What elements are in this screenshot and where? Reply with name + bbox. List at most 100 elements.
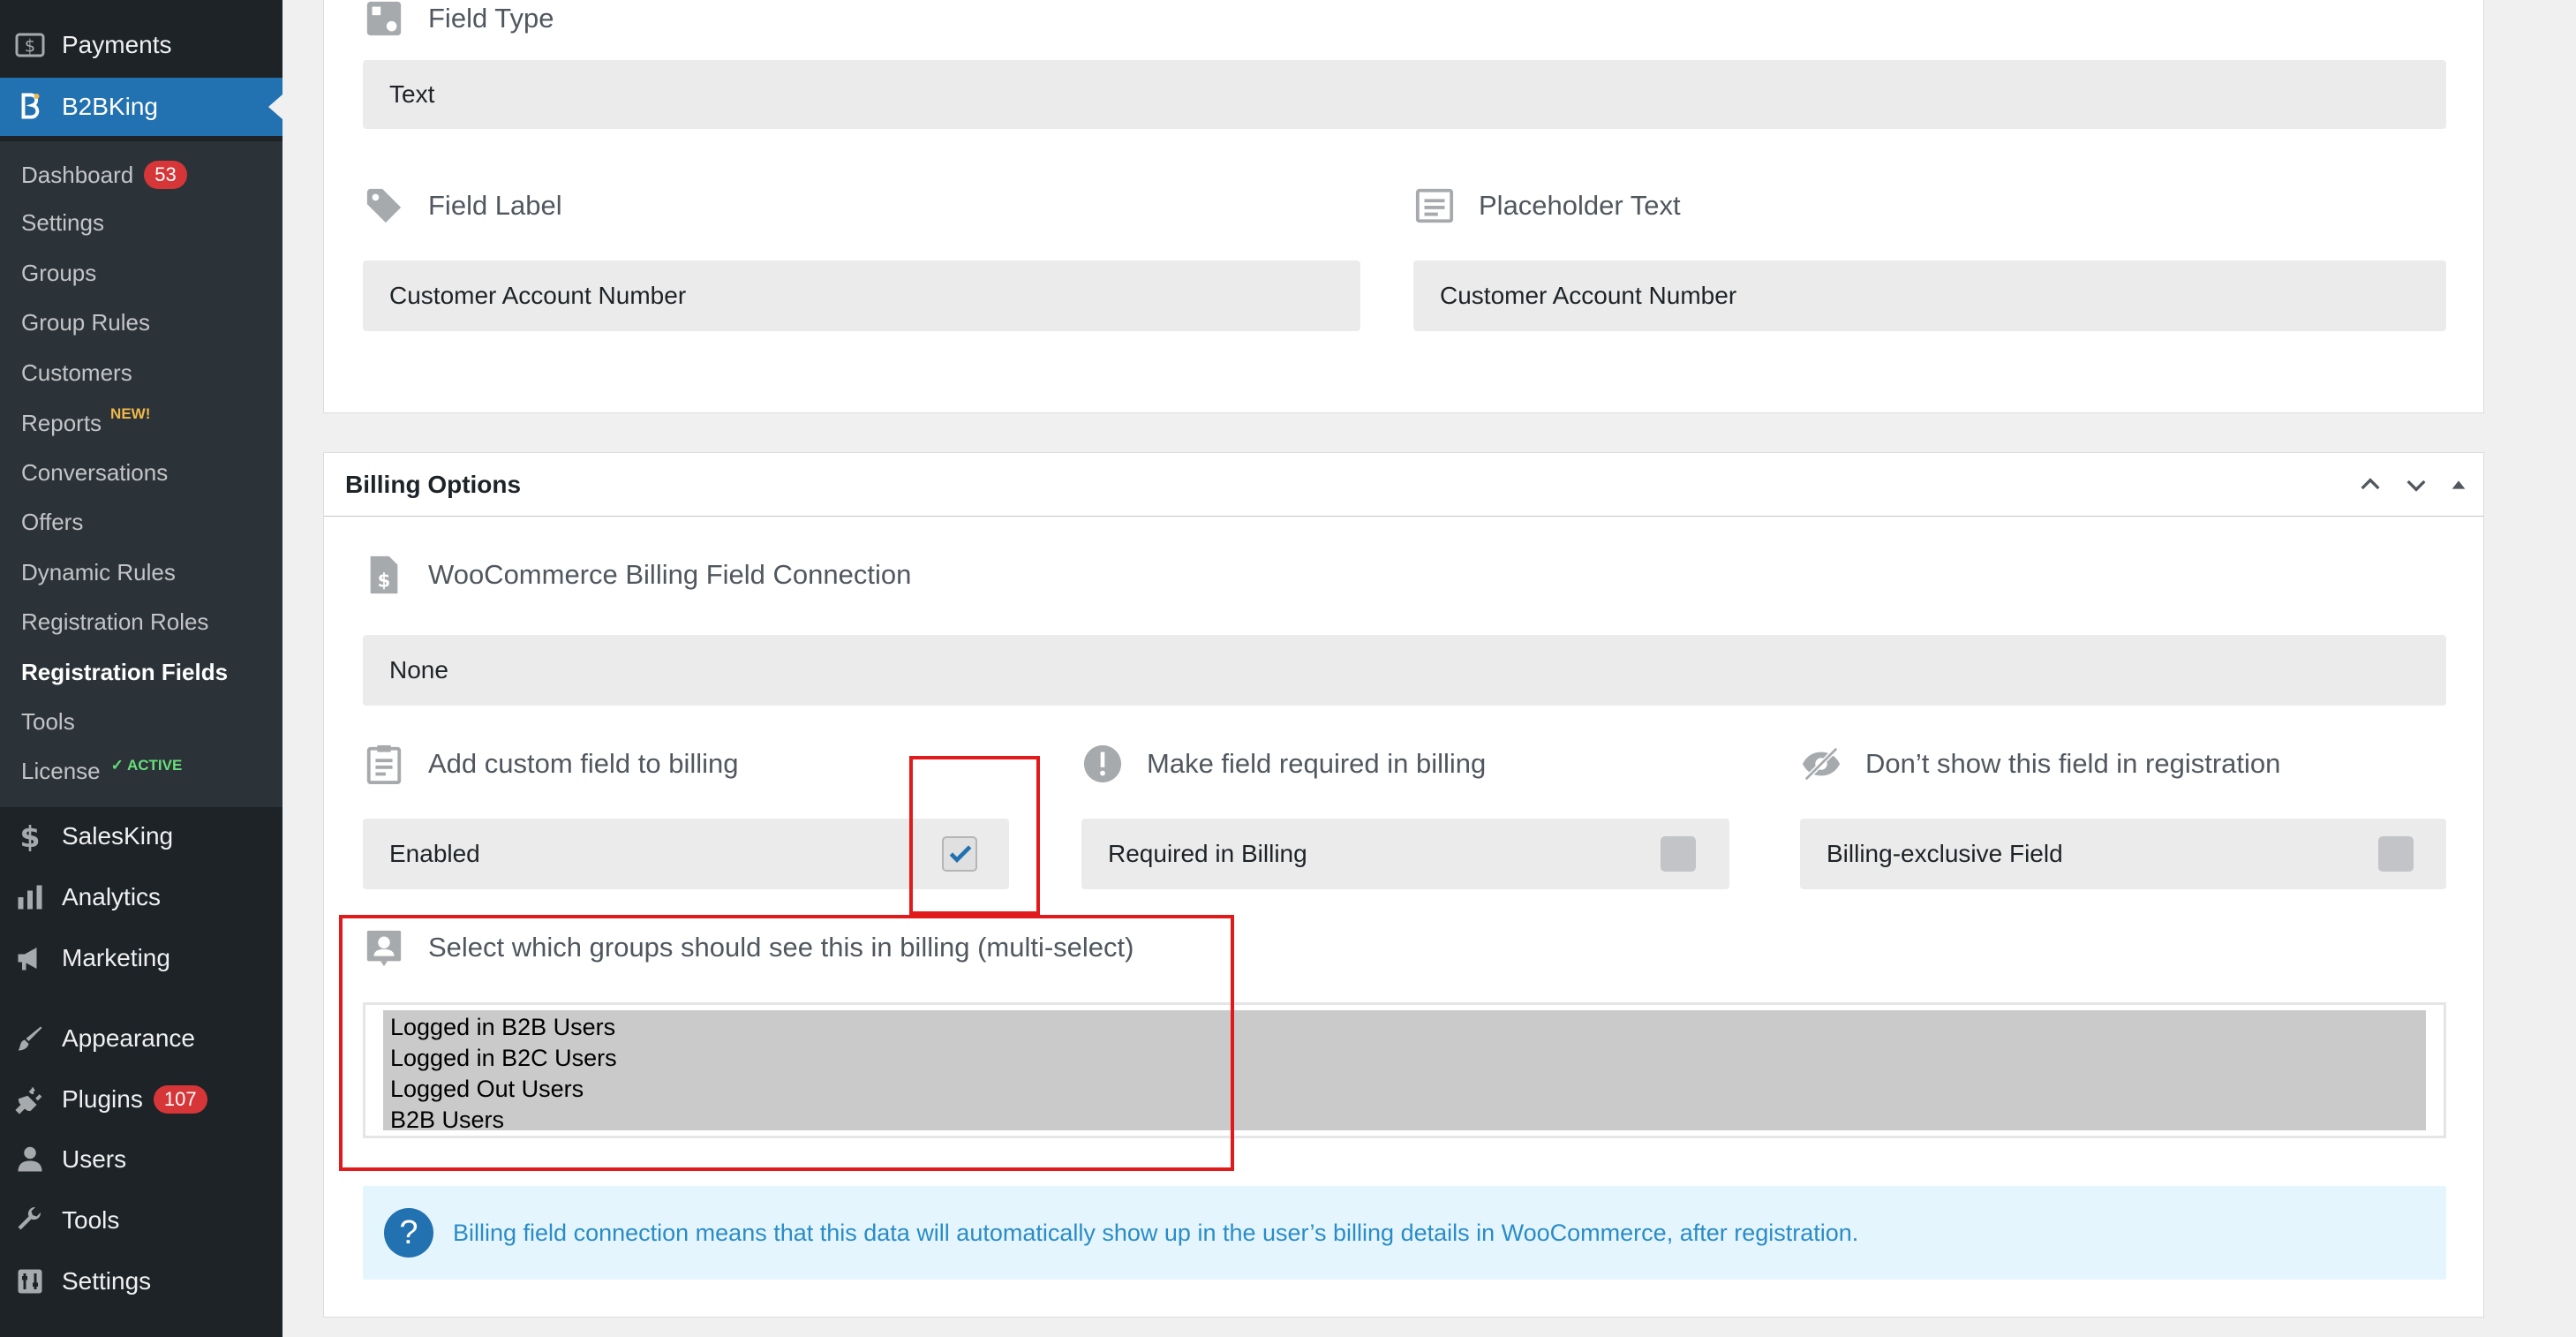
group-option[interactable]: Logged Out Users	[390, 1076, 584, 1103]
required-checkbox[interactable]	[1661, 836, 1696, 872]
required-heading: Make field required in billing	[1081, 743, 1486, 785]
group-option[interactable]: Logged in B2C Users	[390, 1045, 617, 1072]
menu-salesking[interactable]: $ SalesKing	[0, 807, 282, 865]
submenu-label: Tools	[21, 707, 75, 735]
submenu-groups[interactable]: Groups	[21, 255, 96, 291]
menu-payments[interactable]: $ Payments	[0, 16, 282, 74]
field-type-icon	[363, 0, 405, 40]
submenu-label: License	[21, 757, 101, 784]
submenu-label: Dashboard	[21, 161, 134, 188]
hide-field-checkbox[interactable]	[2378, 836, 2414, 872]
b2bking-icon	[12, 89, 48, 125]
submenu-registration-roles[interactable]: Registration Roles	[21, 604, 208, 639]
move-down-button[interactable]	[2399, 467, 2434, 502]
menu-marketing[interactable]: Marketing	[0, 929, 282, 987]
groups-multiselect[interactable]: Logged in B2B Users Logged in B2C Users …	[363, 1002, 2446, 1138]
settings-icon	[12, 1264, 48, 1299]
panel-title: Billing Options	[345, 471, 522, 498]
menu-label: Marketing	[62, 944, 170, 971]
megaphone-icon	[12, 940, 48, 976]
menu-label: SalesKing	[62, 822, 174, 850]
b2bking-submenu: Dashboard 53 Settings Groups Group Rules…	[0, 141, 282, 807]
menu-label: Analytics	[62, 883, 162, 910]
billing-connection-select[interactable]: None	[363, 635, 2446, 706]
placeholder-input[interactable]: Customer Account Number	[1413, 261, 2446, 331]
menu-label: Payments	[62, 31, 172, 58]
submenu-registration-fields[interactable]: Registration Fields	[21, 654, 228, 690]
menu-analytics[interactable]: Analytics	[0, 868, 282, 926]
submenu-license[interactable]: License ✓ ACTIVE	[21, 753, 182, 789]
menu-tools[interactable]: Tools	[0, 1191, 282, 1250]
hide-field-row[interactable]: Billing-exclusive Field	[1800, 819, 2446, 889]
field-type-select[interactable]: Text	[363, 60, 2446, 129]
menu-b2bking[interactable]: B2BKing	[0, 78, 282, 136]
menu-appearance[interactable]: Appearance	[0, 1009, 282, 1068]
submenu-dynamic-rules[interactable]: Dynamic Rules	[21, 555, 176, 590]
svg-text:$: $	[378, 569, 391, 591]
submenu-label: Settings	[21, 208, 104, 236]
question-icon: ?	[384, 1208, 433, 1258]
hide-field-heading: Don’t show this field in registration	[1800, 743, 2280, 785]
field-label-label: Field Label	[428, 190, 562, 221]
toggle-panel-button[interactable]	[2441, 467, 2476, 502]
submenu-tools[interactable]: Tools	[21, 704, 75, 739]
add-to-billing-heading: Add custom field to billing	[363, 743, 739, 785]
menu-label: Plugins	[62, 1085, 143, 1113]
notice-text: Billing field connection means that this…	[453, 1219, 1859, 1246]
current-menu-arrow	[268, 94, 282, 119]
bar-chart-icon	[12, 880, 48, 915]
submenu-label: Dynamic Rules	[21, 558, 176, 585]
billing-connection-label: WooCommerce Billing Field Connection	[428, 559, 912, 590]
placeholder-value: Customer Account Number	[1440, 282, 1737, 309]
field-type-value: Text	[389, 80, 435, 108]
group-option[interactable]: B2B Users	[390, 1107, 504, 1134]
submenu-label: Group Rules	[21, 308, 150, 336]
info-notice: ? Billing field connection means that th…	[363, 1186, 2446, 1280]
salesking-icon: $	[12, 819, 48, 854]
submenu-label: Registration Fields	[21, 658, 229, 685]
field-type-label: Field Type	[428, 3, 554, 34]
active-tag: ✓ ACTIVE	[110, 757, 183, 774]
admin-sidebar: $ Payments B2BKing Dashboard 53 Settings…	[0, 0, 282, 1337]
svg-text:$: $	[20, 820, 41, 852]
move-up-button[interactable]	[2353, 467, 2388, 502]
paintbrush-icon	[12, 1021, 48, 1056]
add-to-billing-value: Enabled	[389, 840, 480, 867]
menu-label: Users	[62, 1145, 127, 1173]
submenu-label: Conversations	[21, 458, 169, 486]
eye-hidden-icon	[1800, 743, 1842, 785]
tag-icon	[363, 185, 405, 227]
field-label-heading: Field Label	[363, 185, 562, 227]
field-type-heading: Field Type	[363, 0, 554, 40]
hide-field-value: Billing-exclusive Field	[1827, 840, 2063, 867]
submenu-label: Offers	[21, 508, 84, 535]
billing-options-panel: Billing Options $ WooCommerce Billing Fi…	[323, 452, 2484, 1318]
groups-heading: Select which groups should see this in b…	[363, 926, 1134, 969]
submenu-dashboard[interactable]: Dashboard 53	[21, 157, 187, 193]
group-option[interactable]: Logged in B2B Users	[390, 1014, 615, 1041]
exclamation-icon	[1081, 743, 1124, 785]
svg-text:$: $	[25, 36, 35, 57]
submenu-offers[interactable]: Offers	[21, 504, 83, 540]
menu-users[interactable]: Users	[0, 1130, 282, 1189]
wrench-icon	[12, 1203, 48, 1238]
clipboard-icon	[363, 743, 405, 785]
panel-header: Billing Options	[324, 453, 2483, 517]
field-settings-panel: Field Type Text Field Label Customer Acc…	[323, 0, 2484, 413]
menu-plugins[interactable]: Plugins 107	[0, 1070, 282, 1129]
field-label-input[interactable]: Customer Account Number	[363, 261, 1360, 331]
submenu-group-rules[interactable]: Group Rules	[21, 305, 150, 340]
submenu-conversations[interactable]: Conversations	[21, 455, 168, 490]
add-to-billing-row[interactable]: Enabled	[363, 819, 1009, 889]
selected-options-area: Logged in B2B Users Logged in B2C Users …	[383, 1010, 2426, 1133]
submenu-reports[interactable]: Reports NEW!	[21, 405, 150, 441]
menu-label: Appearance	[62, 1024, 196, 1052]
submenu-settings[interactable]: Settings	[21, 205, 104, 240]
required-row[interactable]: Required in Billing	[1081, 819, 1729, 889]
submenu-customers[interactable]: Customers	[21, 355, 132, 390]
notification-badge: 107	[153, 1085, 207, 1114]
payments-icon: $	[12, 27, 48, 63]
chevron-up-icon	[2361, 478, 2380, 490]
menu-settings[interactable]: Settings	[0, 1252, 282, 1311]
add-to-billing-checkbox[interactable]	[942, 836, 977, 872]
